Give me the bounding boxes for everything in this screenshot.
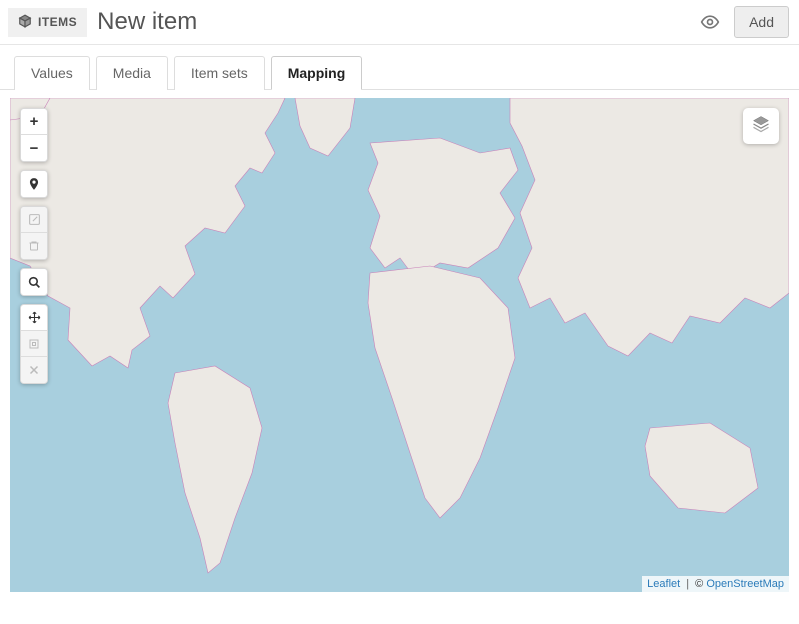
bounds-button (21, 331, 47, 357)
marker-control (20, 170, 48, 198)
cube-icon (18, 14, 38, 31)
tab-mapping[interactable]: Mapping (271, 56, 363, 90)
search-button[interactable] (21, 269, 47, 295)
layers-control[interactable] (743, 108, 779, 144)
zoom-out-button[interactable]: − (21, 135, 47, 161)
delete-button (21, 233, 47, 259)
move-button[interactable] (21, 305, 47, 331)
clear-button (21, 357, 47, 383)
copyright-symbol: © (695, 578, 703, 590)
header-actions: Add (700, 6, 789, 38)
edit-control (20, 206, 48, 260)
tab-bar: Values Media Item sets Mapping (0, 45, 799, 90)
view-control (20, 304, 48, 384)
tab-item-sets[interactable]: Item sets (174, 56, 265, 90)
osm-link[interactable]: OpenStreetMap (706, 578, 784, 590)
leaflet-link[interactable]: Leaflet (647, 578, 680, 590)
attribution-separator: | (686, 578, 689, 590)
preview-icon[interactable] (700, 12, 720, 32)
edit-button (21, 207, 47, 233)
map-controls: + − (20, 108, 48, 384)
map-attribution: Leaflet | © OpenStreetMap (642, 576, 789, 592)
map[interactable]: + − (10, 98, 789, 592)
zoom-control: + − (20, 108, 48, 162)
layers-icon (751, 114, 771, 139)
world-map-svg (10, 98, 789, 592)
breadcrumb-label: ITEMS (38, 15, 77, 29)
add-button[interactable]: Add (734, 6, 789, 38)
tab-values[interactable]: Values (14, 56, 90, 90)
zoom-in-button[interactable]: + (21, 109, 47, 135)
map-container: + − (0, 90, 799, 604)
page-title: New item (97, 8, 690, 36)
marker-button[interactable] (21, 171, 47, 197)
breadcrumb[interactable]: ITEMS (8, 8, 87, 37)
page-header: ITEMS New item Add (0, 0, 799, 45)
search-control (20, 268, 48, 296)
tab-media[interactable]: Media (96, 56, 168, 90)
